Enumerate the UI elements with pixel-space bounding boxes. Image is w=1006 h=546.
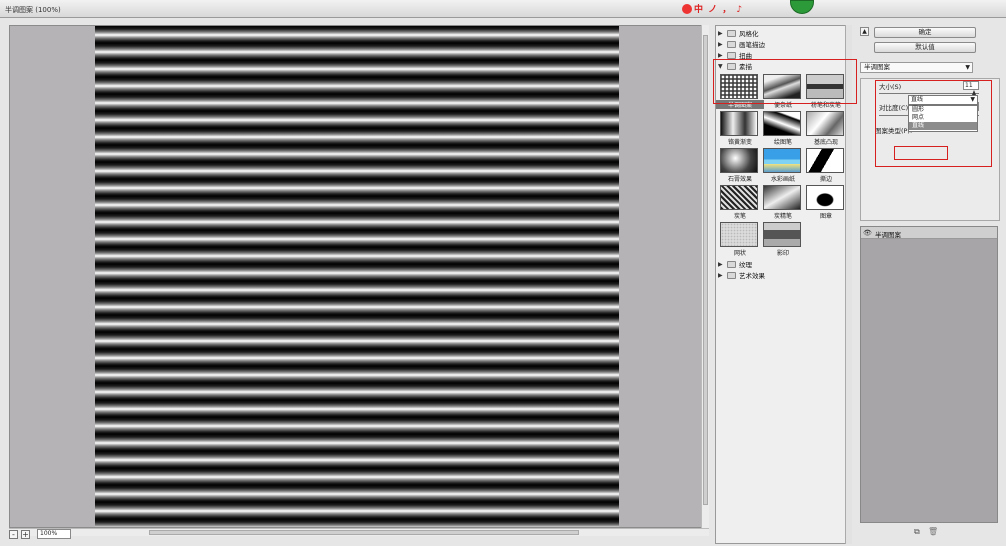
folder-artistic[interactable]: ▶ 艺术效果 [718, 270, 765, 280]
photocopy-thumbnail [763, 222, 801, 247]
water-paper-thumbnail [763, 148, 801, 173]
thumb-reticulation[interactable]: 网状 [720, 222, 760, 257]
filter-select[interactable]: 半调图案 ▼ [860, 62, 973, 73]
chrome-thumbnail [720, 111, 758, 136]
folder-icon [727, 51, 736, 59]
hscroll-thumb[interactable] [149, 530, 579, 535]
thumb-charcoal[interactable]: 炭笔 [720, 185, 760, 220]
expand-arrow-icon[interactable]: ▶ [718, 30, 724, 37]
taskbar-logo-icon: 中 ノ ， ♪ [682, 2, 768, 15]
folder-icon [727, 271, 736, 279]
folder-icon [727, 40, 736, 48]
thumb-conte-crayon[interactable]: 炭精笔 [763, 185, 803, 220]
thumb-graphic-pen[interactable]: 绘图笔 [763, 111, 803, 146]
folder-texture[interactable]: ▶ 纹理 [718, 259, 752, 269]
thumb-plaster[interactable]: 石膏效果 [720, 148, 760, 183]
ok-button[interactable]: 确定 [874, 27, 976, 38]
effect-layer-name: 半调图案 [875, 231, 901, 239]
expand-arrow-icon[interactable]: ▶ [718, 52, 724, 59]
halftone-line-preview-image [95, 26, 619, 527]
stamp-thumbnail [806, 185, 844, 210]
folder-icon [727, 260, 736, 268]
eye-icon[interactable]: 👁 [863, 229, 872, 237]
conte-crayon-thumbnail [763, 185, 801, 210]
vscroll-thumb[interactable] [703, 35, 708, 505]
plaster-thumbnail [720, 148, 758, 173]
zoom-level-select[interactable]: 100% [37, 529, 71, 539]
thumb-chrome[interactable]: 铬黄渐变 [720, 111, 760, 146]
zoom-in-button[interactable]: + [21, 529, 30, 539]
highlight-box-line-option [894, 146, 948, 160]
thumb-photocopy[interactable]: 影印 [763, 222, 803, 257]
thumb-water-paper[interactable]: 水彩画纸 [763, 148, 803, 183]
preview-vertical-scrollbar[interactable] [701, 25, 709, 528]
filter-gallery-window: - + 100% ▶ 风格化 ▶ 画笔描边 ▶ 扭曲 ▼ 素描 半调图案 便条纸… [0, 18, 1006, 546]
thumb-bas-relief[interactable]: 基底凸现 [806, 111, 845, 146]
effect-layer-row[interactable]: 👁 半调图案 [861, 227, 997, 239]
charcoal-thumbnail [720, 185, 758, 210]
reticulation-thumbnail [720, 222, 758, 247]
torn-edges-thumbnail [806, 148, 844, 173]
zoom-out-button[interactable]: - [9, 529, 18, 539]
thumb-torn-edges[interactable]: 撕边 [806, 148, 845, 183]
graphic-pen-thumbnail [763, 111, 801, 136]
folder-icon [727, 29, 736, 37]
highlight-box-thumbnails [713, 59, 857, 104]
expand-arrow-icon[interactable]: ▶ [718, 261, 724, 268]
preview-canvas[interactable] [9, 25, 709, 528]
trash-icon[interactable]: 🗑 [928, 527, 938, 536]
new-effect-layer-icon[interactable]: ⧉ [914, 527, 923, 536]
folder-stylize[interactable]: ▶ 风格化 [718, 28, 759, 38]
title-bar: 半调图案 (100%) 中 ノ ， ♪ [0, 0, 1006, 18]
collapse-gallery-button[interactable]: ▲ [860, 27, 869, 36]
zoom-controls: - + 100% [9, 528, 129, 540]
chevron-down-icon: ▼ [965, 64, 970, 71]
bas-relief-thumbnail [806, 111, 844, 136]
reset-button[interactable]: 默认值 [874, 42, 976, 53]
filter-select-value: 半调图案 [864, 63, 890, 71]
window-title: 半调图案 (100%) [5, 6, 61, 14]
green-badge-icon [790, 0, 814, 14]
folder-brush-strokes[interactable]: ▶ 画笔描边 [718, 39, 765, 49]
thumb-stamp[interactable]: 图章 [806, 185, 845, 220]
expand-arrow-icon[interactable]: ▶ [718, 41, 724, 48]
expand-arrow-icon[interactable]: ▶ [718, 272, 724, 279]
effect-layers-panel: 👁 半调图案 [860, 226, 998, 523]
